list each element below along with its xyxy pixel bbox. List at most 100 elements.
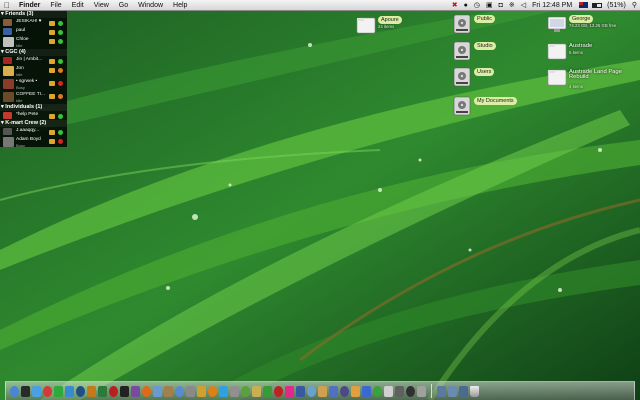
video-chat-icon[interactable] <box>49 139 55 144</box>
dock-dashboard-icon[interactable] <box>21 385 30 397</box>
dock-textmate-icon[interactable] <box>131 385 140 397</box>
clock-text[interactable]: Fri 12:48 PM <box>532 0 572 11</box>
dock-downloads-stack-icon[interactable] <box>459 385 468 397</box>
dock-adium-icon[interactable] <box>54 385 63 397</box>
dock-textedit-icon[interactable] <box>384 385 393 397</box>
buddy-group-header[interactable]: ▾ Individuals (1) <box>0 104 67 111</box>
menu-app-name[interactable]: Finder <box>14 0 45 11</box>
bluetooth-icon[interactable]: ※ <box>509 0 515 11</box>
input-flag-icon[interactable] <box>579 2 589 8</box>
menu-file[interactable]: File <box>45 0 66 11</box>
buddy-group-header[interactable]: ▾ K-mart Crew (2) <box>0 120 67 127</box>
disk-icon <box>453 41 471 61</box>
video-chat-icon[interactable] <box>49 81 55 86</box>
video-chat-icon[interactable] <box>49 94 55 99</box>
dock-keynote-icon[interactable] <box>362 385 371 397</box>
disk-icon <box>453 67 471 87</box>
buddy-avatar <box>3 92 14 102</box>
apple-icon[interactable]:  <box>0 1 14 10</box>
display-icon[interactable]: ▣ <box>486 0 493 11</box>
buddy-group-header[interactable]: ▾ CGC (4) <box>0 49 67 56</box>
dock-trash-icon[interactable] <box>470 385 479 397</box>
buddy-status: Busy <box>16 85 25 90</box>
dock-imovie-icon[interactable] <box>329 385 338 397</box>
menu-edit[interactable]: Edit <box>67 0 89 11</box>
dock-photoshop-icon[interactable] <box>76 385 85 397</box>
adium-status-icon[interactable]: ● <box>464 0 468 11</box>
desktop-wallpaper <box>0 0 640 400</box>
dock-ical-icon[interactable] <box>43 385 52 397</box>
buddy-row[interactable]: JESIKAH! ♥ <box>0 18 67 27</box>
buddy-row[interactable]: J.aaaqqy... <box>0 127 67 136</box>
volume-icon[interactable]: ◁ <box>521 0 526 11</box>
battery-icon[interactable] <box>592 2 603 8</box>
buddy-row[interactable]: Adam Boyd Busy <box>0 136 67 147</box>
dock-quicktime-icon[interactable] <box>296 385 305 397</box>
dock <box>5 381 635 400</box>
dock-disk-utility-icon[interactable] <box>417 385 426 397</box>
dock-opera-icon[interactable] <box>274 385 283 397</box>
buddy-row[interactable]: paul <box>0 27 67 36</box>
dock-vlc-icon[interactable] <box>208 385 217 397</box>
buddy-avatar <box>3 37 14 47</box>
menu-help[interactable]: Help <box>168 0 192 11</box>
video-chat-icon[interactable] <box>49 30 55 35</box>
buddy-group-header[interactable]: ▾ Friends (3) <box>0 11 67 18</box>
dock-iphoto-icon[interactable] <box>307 385 316 397</box>
buddy-row[interactable]: • sgrwek • Busy <box>0 78 67 91</box>
dock-terminal-icon[interactable] <box>120 385 129 397</box>
video-chat-icon[interactable] <box>49 21 55 26</box>
video-chat-icon[interactable] <box>49 59 55 64</box>
dock-garageband-icon[interactable] <box>318 385 327 397</box>
video-chat-icon[interactable] <box>49 114 55 119</box>
buddy-status: Idle <box>16 98 23 103</box>
dock-itunes-icon[interactable] <box>65 385 74 397</box>
presence-status-icon <box>58 139 63 144</box>
presence-status-icon <box>58 94 63 99</box>
dock-flickr-icon[interactable] <box>285 385 294 397</box>
dock-dreamweaver-icon[interactable] <box>98 385 107 397</box>
wifi-icon[interactable]: ◘ <box>499 0 503 11</box>
dock-idvd-icon[interactable] <box>340 385 349 397</box>
dock-applications-stack-icon[interactable] <box>437 385 446 397</box>
dock-numbers-icon[interactable] <box>373 385 382 397</box>
dock-transmit-icon[interactable] <box>197 385 206 397</box>
dock-activity-monitor-icon[interactable] <box>406 385 415 397</box>
dock-skype-icon[interactable] <box>219 385 228 397</box>
buddy-row[interactable]: COFFEE TI... Idle <box>0 91 67 104</box>
time-machine-icon[interactable]: ◷ <box>474 0 480 11</box>
dock-illustrator-icon[interactable] <box>87 385 96 397</box>
dock-finder-icon[interactable] <box>10 385 19 397</box>
menu-go[interactable]: Go <box>114 0 133 11</box>
dock-system-preferences-icon[interactable] <box>186 385 195 397</box>
video-chat-icon[interactable] <box>49 130 55 135</box>
menu-window[interactable]: Window <box>133 0 168 11</box>
dock-pages-icon[interactable] <box>351 385 360 397</box>
buddy-row[interactable]: Jon Idle <box>0 65 67 78</box>
dock-safari-icon[interactable] <box>32 385 41 397</box>
desktop-icon-label: Apoure <box>378 16 402 24</box>
desktop-icon-label: Public <box>474 15 495 23</box>
desktop-icon-info: 74.23 GB, 13.26 GB free <box>569 23 617 28</box>
dock-mail-icon[interactable] <box>153 385 162 397</box>
dock-chrome-icon[interactable] <box>263 385 272 397</box>
dock-documents-stack-icon[interactable] <box>448 385 457 397</box>
dock-firefox-icon[interactable] <box>142 385 151 397</box>
dock-fontbook-icon[interactable] <box>230 385 239 397</box>
video-chat-icon[interactable] <box>49 68 55 73</box>
menu-view[interactable]: View <box>89 0 114 11</box>
dock-calculator-icon[interactable] <box>395 385 404 397</box>
dock-address-book-icon[interactable] <box>164 385 173 397</box>
growl-icon[interactable]: ✖ <box>452 0 458 11</box>
buddy-row[interactable]: Chloe Idle <box>0 36 67 49</box>
dock-flash-icon[interactable] <box>109 385 118 397</box>
dock-coda-icon[interactable] <box>241 385 250 397</box>
folder-icon <box>356 17 376 34</box>
dock-cyberduck-icon[interactable] <box>252 385 261 397</box>
buddy-row[interactable]: *help Pete <box>0 111 67 120</box>
desktop-icon-label: Austrade <box>569 43 593 49</box>
video-chat-icon[interactable] <box>49 39 55 44</box>
spotlight-icon[interactable]: ⚲ <box>632 0 637 11</box>
buddy-row[interactable]: Jin | Ambit... <box>0 56 67 65</box>
dock-preview-icon[interactable] <box>175 385 184 397</box>
